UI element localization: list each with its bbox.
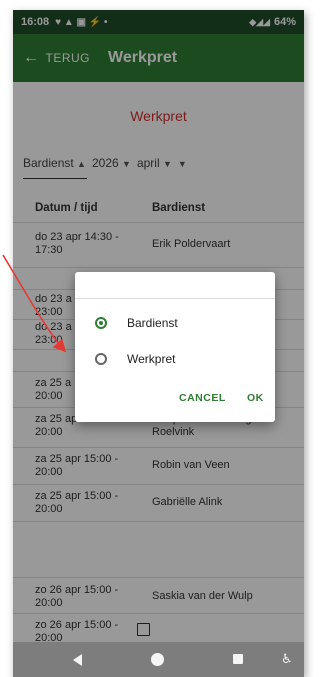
- dialog-divider: [75, 298, 275, 299]
- option-label: Bardienst: [127, 316, 178, 330]
- phone-screen: 16:08 ♥ ▲ ▣ ⚡ • ◆◢◢ 64% ← TERUG Werkpret…: [13, 10, 304, 677]
- cancel-button[interactable]: CANCEL: [179, 392, 226, 404]
- circle-home-icon[interactable]: [151, 653, 164, 666]
- triangle-back-icon[interactable]: [73, 654, 82, 666]
- radio-selected-icon[interactable]: [95, 317, 107, 329]
- option-bardienst[interactable]: Bardienst: [75, 307, 275, 339]
- type-select-dialog: Bardienst Werkpret CANCEL OK: [75, 272, 275, 422]
- accessibility-icon[interactable]: ♿︎: [281, 651, 293, 667]
- option-label: Werkpret: [127, 352, 176, 366]
- radio-unselected-icon[interactable]: [95, 353, 107, 365]
- square-recent-icon[interactable]: [233, 654, 243, 664]
- system-nav-bar: ♿︎: [13, 642, 304, 677]
- option-werkpret[interactable]: Werkpret: [75, 343, 275, 375]
- ok-button[interactable]: OK: [247, 392, 264, 404]
